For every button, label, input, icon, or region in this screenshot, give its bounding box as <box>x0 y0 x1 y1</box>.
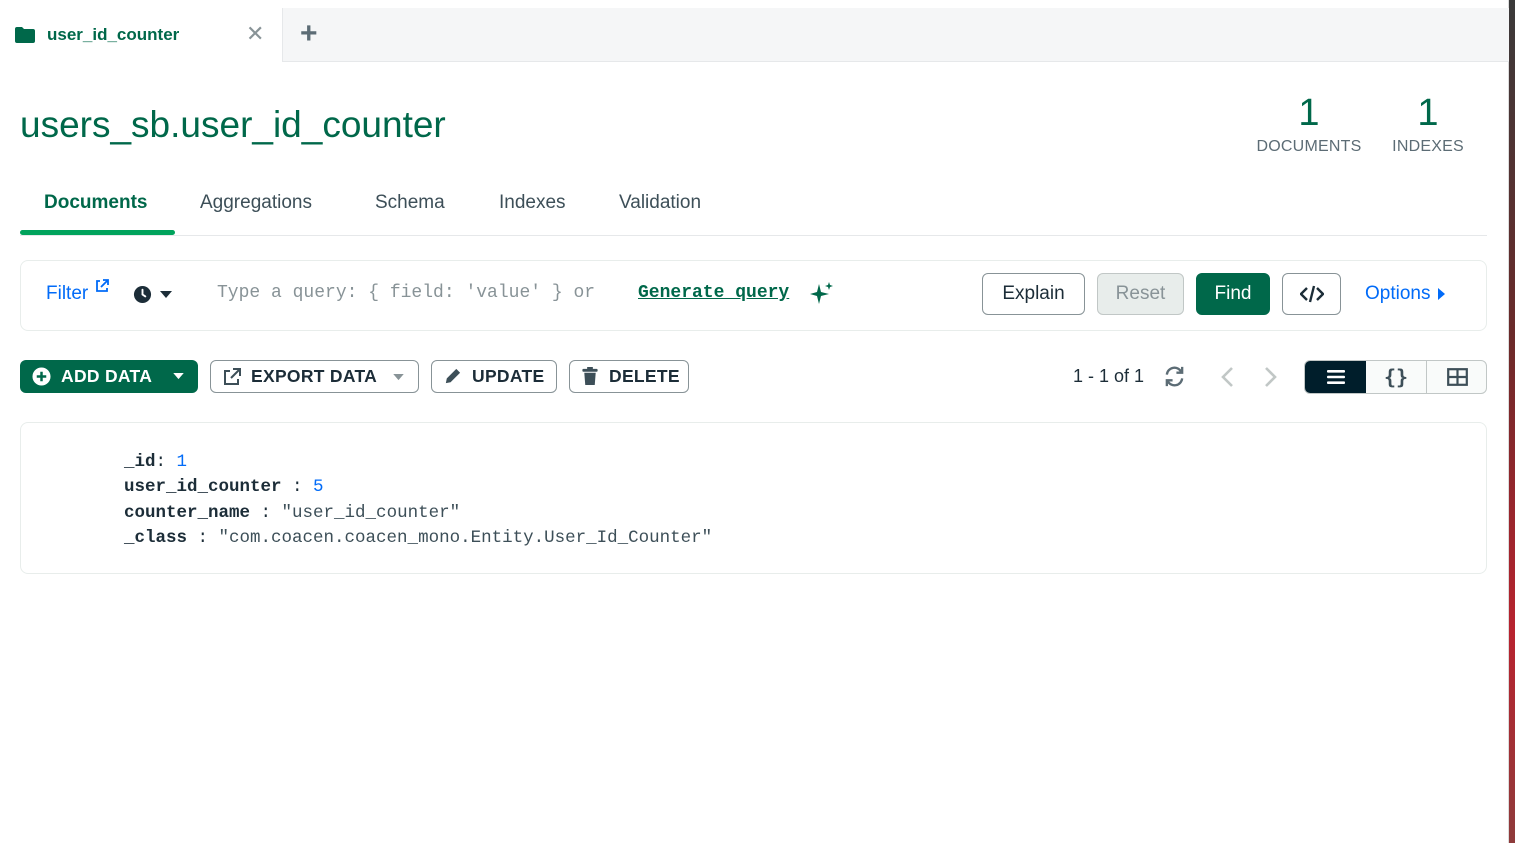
document-field: _class : "com.coacen.coacen_mono.Entity.… <box>124 528 712 548</box>
query-input[interactable]: Type a query: { field: 'value' } or <box>217 283 606 303</box>
options-label: Options <box>1365 283 1431 304</box>
braces-icon: {} <box>1383 365 1409 389</box>
tab-aggregations[interactable]: Aggregations <box>200 192 312 214</box>
caret-down-icon <box>160 290 172 298</box>
field-separator: : <box>187 528 219 548</box>
tab-title: user_id_counter <box>47 25 180 44</box>
filter-link[interactable]: Filter <box>46 283 88 305</box>
close-icon[interactable]: ✕ <box>246 21 264 47</box>
tab-validation[interactable]: Validation <box>619 192 701 214</box>
external-link-icon[interactable] <box>95 279 109 293</box>
field-value: 1 <box>176 452 188 472</box>
query-history-button[interactable] <box>133 285 172 304</box>
indexes-count: 1 <box>1417 92 1439 134</box>
explain-button[interactable]: Explain <box>982 273 1085 315</box>
caret-down-icon <box>393 374 404 381</box>
field-key: _class <box>124 528 188 548</box>
table-view-button[interactable] <box>1427 361 1486 393</box>
window-edge-strip <box>1509 0 1515 843</box>
document-card[interactable]: _id: 1 user_id_counter : 5 counter_name … <box>20 422 1487 574</box>
chevron-left-icon[interactable] <box>1219 365 1237 389</box>
document-field: _id: 1 <box>124 452 187 472</box>
field-value: "user_id_counter" <box>281 503 461 523</box>
documents-stat: 1 DOCUMENTS <box>1250 92 1368 156</box>
field-separator: : <box>155 452 177 472</box>
update-button[interactable]: UPDATE <box>431 360 557 393</box>
generate-query-link[interactable]: Generate query <box>638 283 789 303</box>
field-value: "com.coacen.coacen_mono.Entity.User_Id_C… <box>218 528 713 548</box>
export-data-label: EXPORT DATA <box>251 366 378 386</box>
plus-circle-icon <box>32 367 51 386</box>
list-view-button[interactable] <box>1305 361 1366 393</box>
page-title: users_sb.user_id_counter <box>20 104 446 145</box>
tab-schema[interactable]: Schema <box>375 192 445 214</box>
field-value: 5 <box>313 477 324 497</box>
options-toggle[interactable]: Options <box>1365 283 1446 305</box>
field-separator: : <box>250 503 282 523</box>
chevron-right-icon[interactable] <box>1261 365 1279 389</box>
list-icon <box>1326 370 1345 384</box>
pagination-text: 1 - 1 of 1 <box>1073 366 1145 386</box>
export-data-button[interactable]: EXPORT DATA <box>210 360 419 393</box>
field-key: user_id_counter <box>124 477 282 497</box>
query-bar: Filter Type a query: { field: 'value' } … <box>20 260 1487 331</box>
view-toggle: {} <box>1304 360 1487 394</box>
sparkle-icon <box>810 282 833 304</box>
tab-bar: user_id_counter ✕ + <box>0 8 1509 62</box>
folder-icon <box>15 27 35 43</box>
active-tab-indicator <box>20 230 175 235</box>
caret-down-icon <box>173 373 184 380</box>
field-key: _id <box>124 452 156 472</box>
add-tab-icon[interactable]: + <box>300 17 318 51</box>
tab-collection[interactable]: user_id_counter ✕ <box>0 8 283 62</box>
trash-icon <box>581 367 599 386</box>
update-label: UPDATE <box>472 366 545 386</box>
tab-indexes[interactable]: Indexes <box>499 192 566 214</box>
tab-documents[interactable]: Documents <box>44 192 147 214</box>
find-button[interactable]: Find <box>1196 273 1270 315</box>
table-icon <box>1447 368 1468 386</box>
pencil-icon <box>443 367 462 386</box>
field-key: counter_name <box>124 503 251 523</box>
documents-label: DOCUMENTS <box>1256 138 1362 155</box>
reset-button[interactable]: Reset <box>1097 273 1184 315</box>
indexes-stat: 1 INDEXES <box>1388 92 1468 156</box>
document-field: user_id_counter : 5 <box>124 477 324 497</box>
add-data-label: ADD DATA <box>61 366 153 386</box>
export-code-button[interactable] <box>1282 273 1341 315</box>
add-data-button[interactable]: ADD DATA <box>20 360 198 393</box>
documents-count: 1 <box>1298 92 1320 134</box>
export-icon <box>223 367 241 386</box>
refresh-icon[interactable] <box>1163 365 1186 388</box>
json-view-button[interactable]: {} <box>1366 361 1427 393</box>
document-field: counter_name : "user_id_counter" <box>124 503 460 523</box>
code-icon <box>1299 285 1324 303</box>
caret-right-icon <box>1438 288 1446 300</box>
collection-tabs: Documents Aggregations Schema Indexes Va… <box>20 180 1487 236</box>
delete-label: DELETE <box>609 366 680 386</box>
indexes-label: INDEXES <box>1392 138 1464 155</box>
field-separator: : <box>281 477 314 497</box>
delete-button[interactable]: DELETE <box>569 360 689 393</box>
clock-icon <box>133 285 152 304</box>
